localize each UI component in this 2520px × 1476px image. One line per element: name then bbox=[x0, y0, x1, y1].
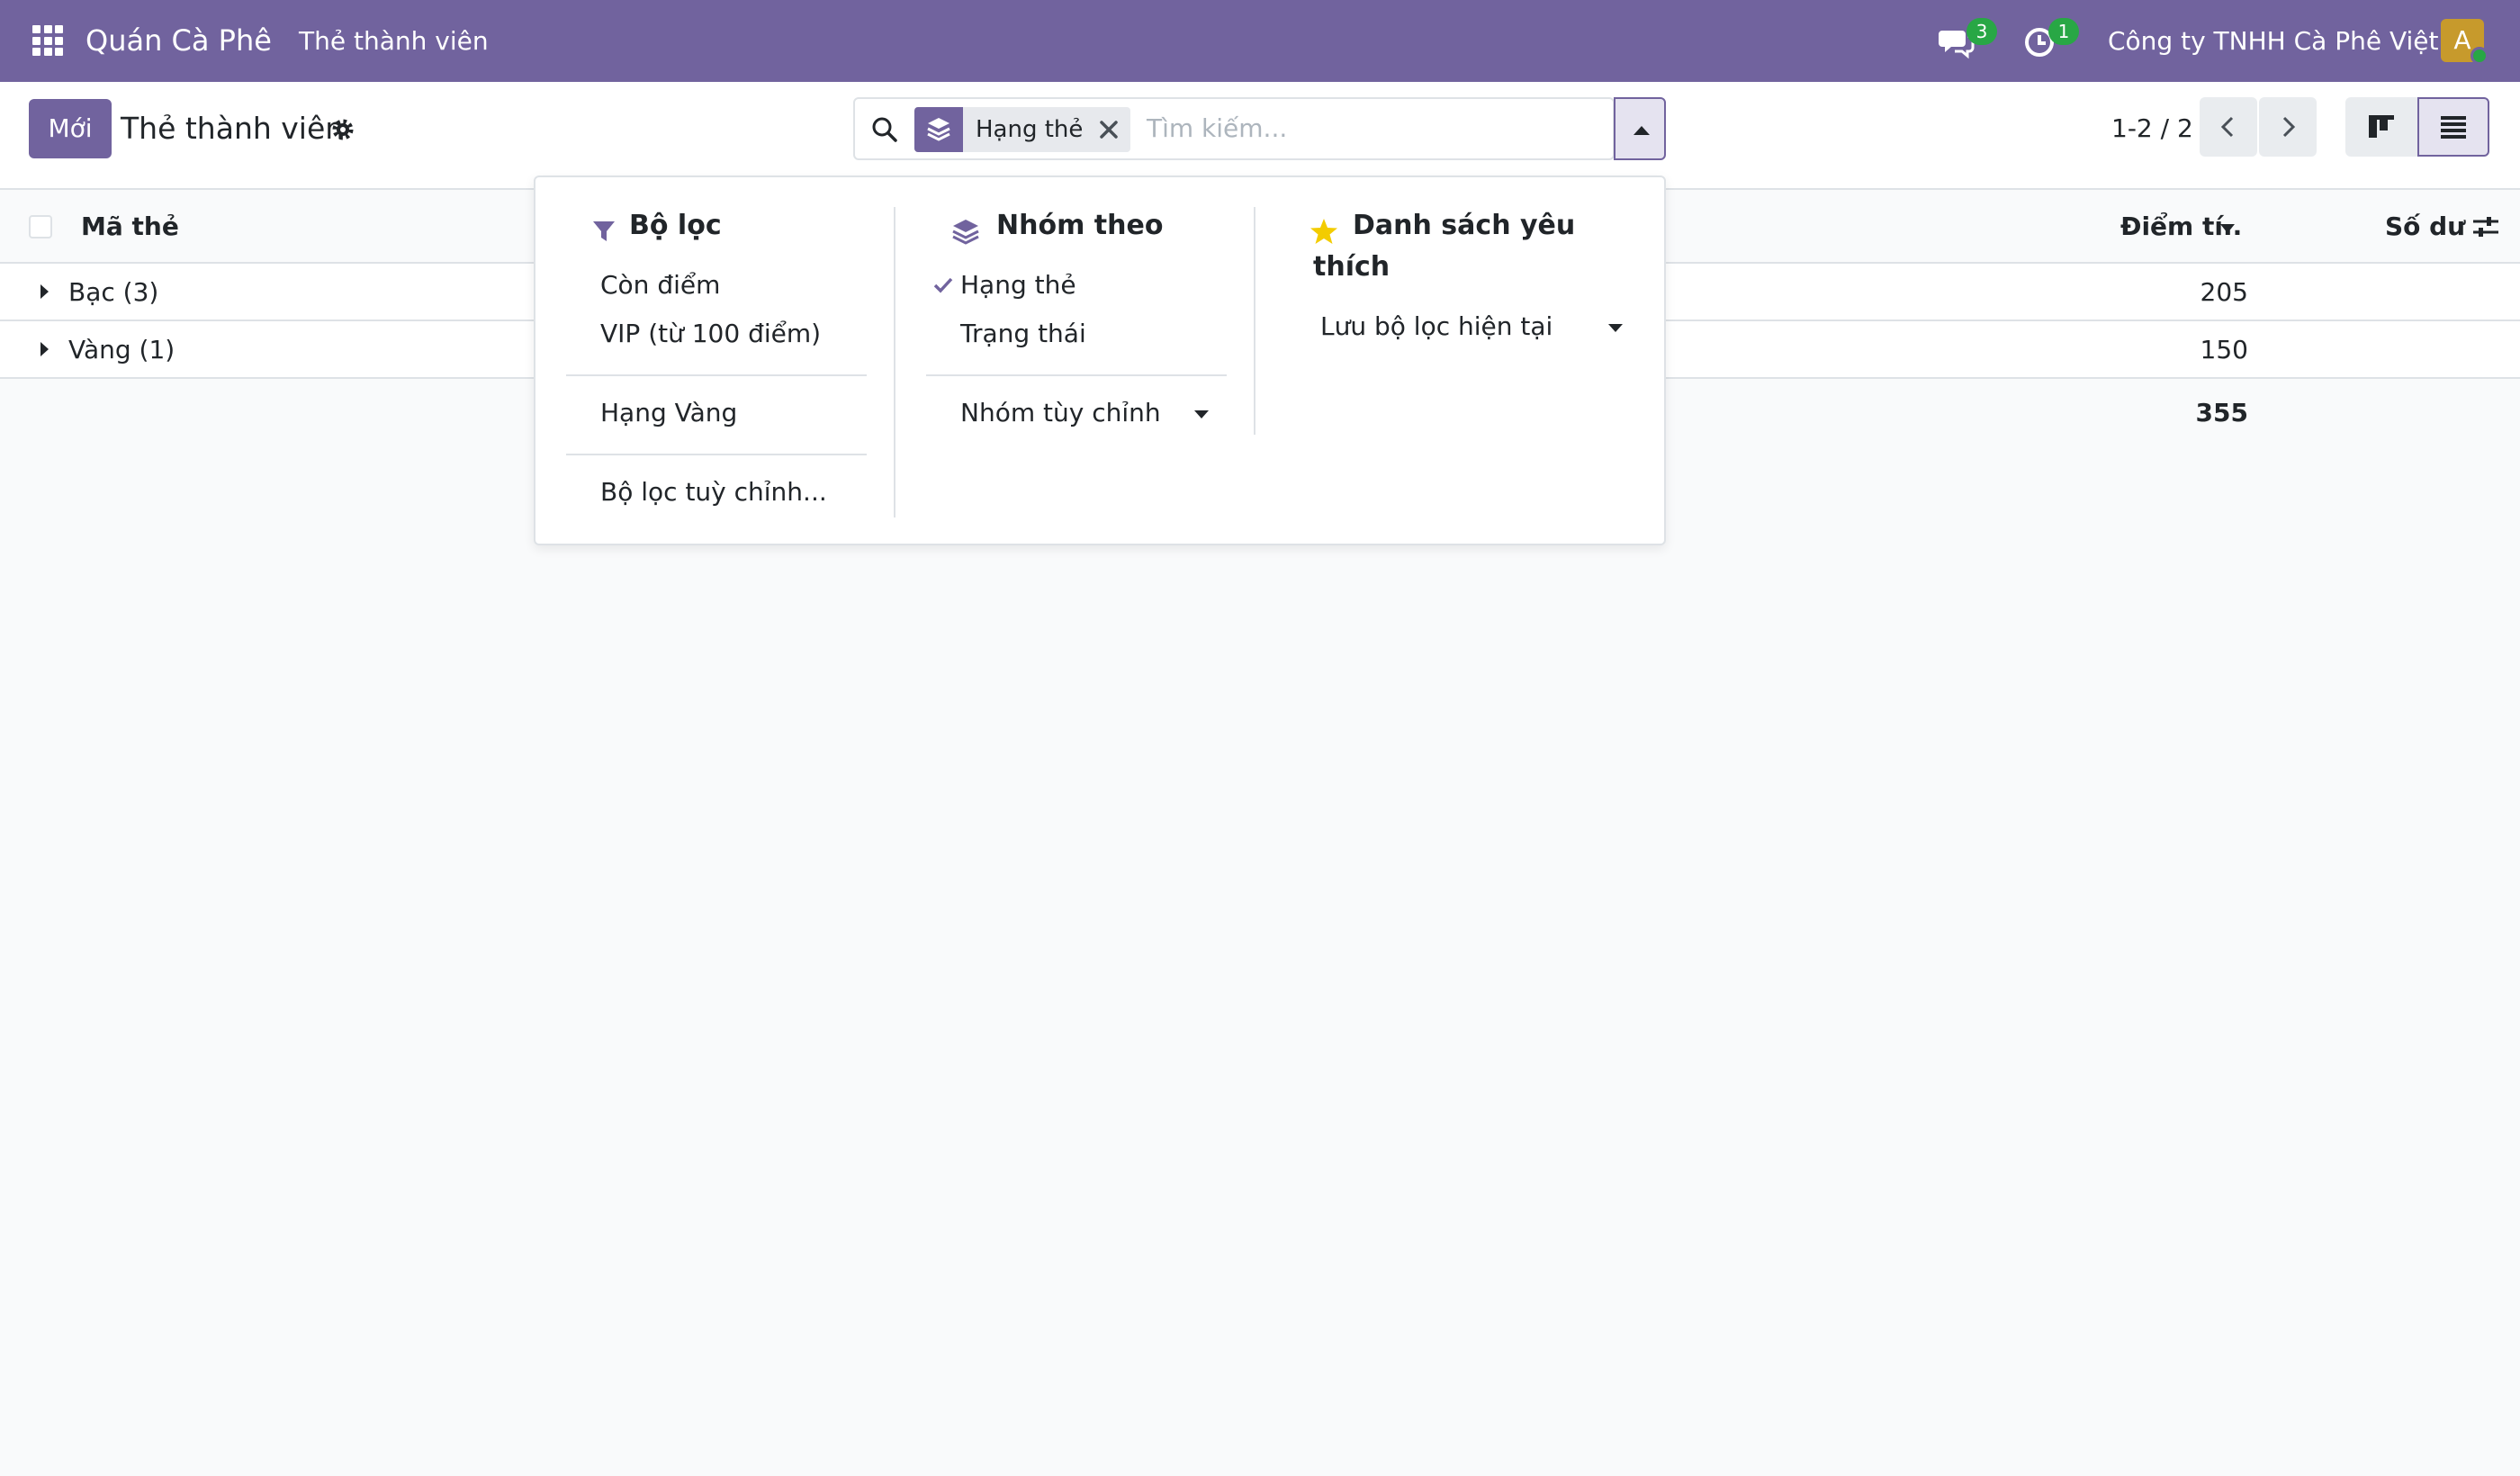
star-icon bbox=[1310, 219, 1337, 244]
caret-down-icon[interactable] bbox=[1194, 410, 1209, 418]
column-header-balance[interactable]: Số dư bbox=[2385, 208, 2465, 246]
check-icon bbox=[933, 277, 953, 293]
chevron-right-icon bbox=[2282, 116, 2296, 138]
custom-filter-item[interactable]: Bộ lọc tuỳ chỉnh... bbox=[600, 474, 827, 510]
select-all-checkbox[interactable] bbox=[29, 215, 52, 238]
layers-icon bbox=[914, 107, 963, 152]
pager-value[interactable]: 1-2 / 2 bbox=[2111, 109, 2193, 148]
divider bbox=[566, 374, 867, 376]
top-navbar: Quán Cà Phê Thẻ thành viên 3 1 Công ty T… bbox=[0, 0, 2520, 82]
filter-item[interactable]: Còn điểm bbox=[600, 267, 720, 303]
pager-next-button[interactable] bbox=[2259, 97, 2317, 157]
group-points: 205 bbox=[2200, 277, 2248, 307]
new-button[interactable]: Mới bbox=[29, 99, 112, 158]
online-status-dot bbox=[2470, 47, 2488, 65]
search-options-toggle[interactable] bbox=[1614, 97, 1666, 160]
search-bar[interactable]: Hạng thẻ Tìm kiếm... bbox=[853, 97, 1615, 160]
group-by-item[interactable]: Hạng thẻ bbox=[960, 267, 1076, 303]
kanban-view-button[interactable] bbox=[2345, 97, 2417, 157]
menu-item-membership-cards[interactable]: Thẻ thành viên bbox=[299, 24, 489, 58]
facet-label: Hạng thẻ bbox=[976, 116, 1084, 143]
page-title: Thẻ thành viên bbox=[121, 111, 345, 146]
sort-desc-icon bbox=[2220, 224, 2235, 233]
search-options-dropdown: Bộ lọc Còn điểm VIP (từ 100 điểm) Hạng V… bbox=[534, 176, 1666, 545]
search-icon bbox=[872, 117, 897, 142]
caret-down-icon[interactable] bbox=[1608, 324, 1623, 332]
pager-previous-button[interactable] bbox=[2200, 97, 2257, 157]
app-name[interactable]: Quán Cà Phê bbox=[86, 22, 272, 59]
optional-columns-icon[interactable] bbox=[2471, 213, 2500, 240]
filter-item[interactable]: VIP (từ 100 điểm) bbox=[600, 316, 821, 352]
favorites-title: Danh sách yêu bbox=[1353, 210, 1576, 241]
company-switcher[interactable]: Công ty TNHH Cà Phê Việt bbox=[2108, 24, 2439, 58]
divider bbox=[894, 207, 896, 518]
group-label: Vàng (1) bbox=[68, 335, 176, 364]
save-current-filter[interactable]: Lưu bộ lọc hiện tại bbox=[1320, 309, 1552, 345]
group-points: 150 bbox=[2200, 335, 2248, 364]
caret-up-icon bbox=[1634, 126, 1650, 135]
apps-menu-icon[interactable] bbox=[32, 25, 63, 56]
kanban-icon bbox=[2369, 115, 2394, 138]
close-icon[interactable] bbox=[1098, 119, 1120, 140]
filter-icon bbox=[593, 221, 615, 241]
group-by-item[interactable]: Trạng thái bbox=[960, 316, 1086, 352]
layers-icon bbox=[952, 220, 979, 245]
messages-badge: 3 bbox=[1966, 18, 1997, 45]
activities-badge: 1 bbox=[2048, 18, 2079, 45]
divider bbox=[1254, 207, 1256, 435]
group-by-title: Nhóm theo bbox=[996, 210, 1164, 241]
column-header-card-code[interactable]: Mã thẻ bbox=[81, 208, 179, 246]
favorites-title-line-2: thích bbox=[1313, 251, 1390, 283]
search-facet-group-by: Hạng thẻ bbox=[914, 107, 1130, 152]
divider bbox=[926, 374, 1227, 376]
list-icon bbox=[2441, 116, 2466, 139]
filter-item[interactable]: Hạng Vàng bbox=[600, 395, 737, 431]
control-panel: Mới Thẻ thành viên Hạng thẻ Tìm kiếm... bbox=[0, 82, 2520, 190]
custom-group-select[interactable]: Nhóm tùy chỉnh bbox=[960, 395, 1161, 431]
group-label: Bạc (3) bbox=[68, 277, 159, 307]
search-input[interactable]: Tìm kiếm... bbox=[1147, 112, 1287, 146]
list-view-button[interactable] bbox=[2417, 97, 2489, 157]
chevron-left-icon bbox=[2220, 116, 2234, 138]
total-points: 355 bbox=[2195, 398, 2248, 428]
filters-title: Bộ lọc bbox=[629, 210, 722, 241]
divider bbox=[566, 454, 867, 455]
gear-icon[interactable] bbox=[329, 116, 356, 143]
caret-right-icon bbox=[40, 284, 49, 299]
caret-right-icon bbox=[40, 342, 49, 356]
